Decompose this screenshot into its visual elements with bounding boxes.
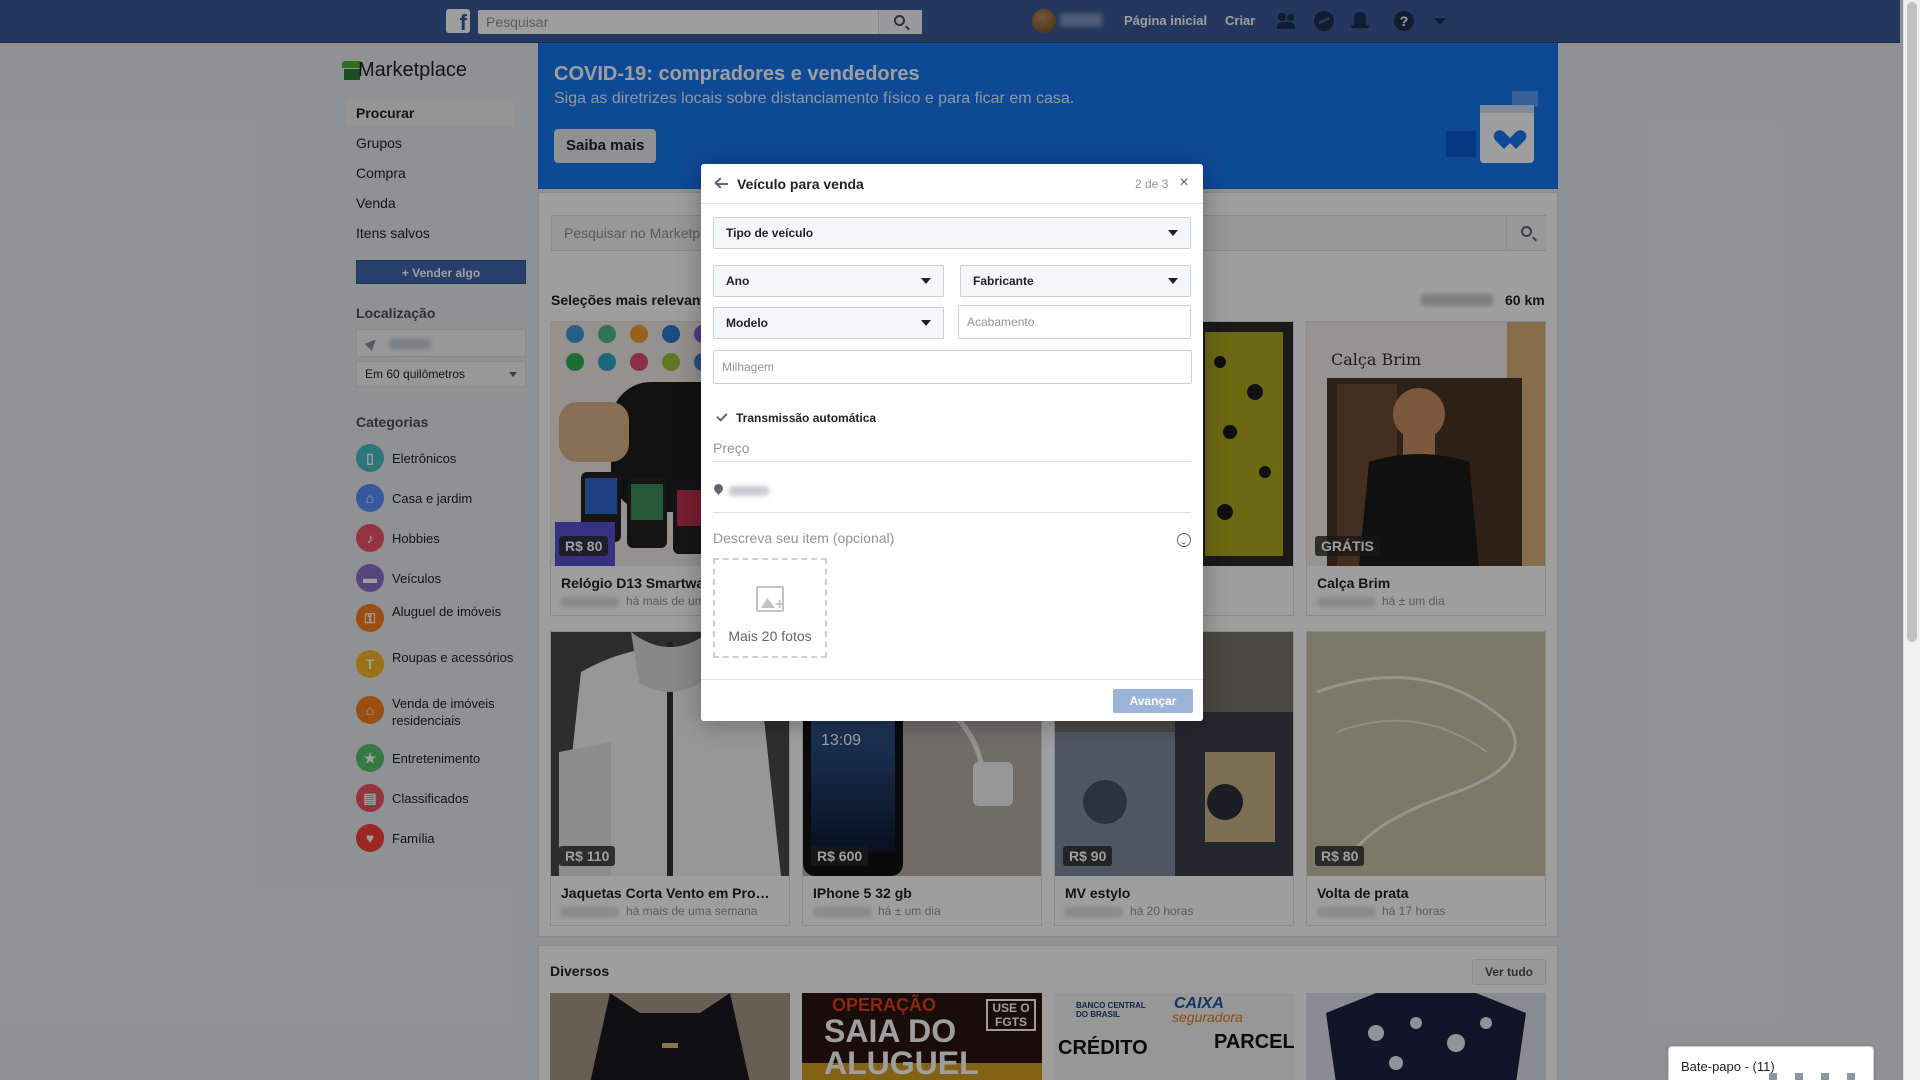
dialog-footer: Avançar xyxy=(701,679,1203,721)
add-photo-icon xyxy=(756,586,784,614)
location-pin-icon xyxy=(712,482,725,495)
auto-transmission-checkbox[interactable] xyxy=(715,410,729,424)
page-scrollbar[interactable] xyxy=(1903,0,1920,1080)
chevron-down-icon xyxy=(921,278,931,284)
step-indicator: 2 de 3 xyxy=(1135,177,1169,191)
year-label: Ano xyxy=(726,274,750,288)
item-location-value[interactable] xyxy=(729,486,769,496)
description-input[interactable]: Descreva seu item (opcional) xyxy=(713,530,894,546)
year-select[interactable]: Ano xyxy=(713,265,944,297)
close-icon[interactable]: × xyxy=(1177,175,1191,191)
dialog-title: Veículo para venda xyxy=(737,176,864,192)
vehicle-type-label: Tipo de veículo xyxy=(726,226,814,240)
auto-transmission-label[interactable]: Transmissão automática xyxy=(736,411,876,425)
chat-bar[interactable]: Bate-papo - (11) xyxy=(1668,1046,1874,1080)
model-label: Modelo xyxy=(726,316,768,330)
chevron-down-icon xyxy=(1168,278,1178,284)
add-photos-button[interactable]: Mais 20 fotos xyxy=(713,558,827,658)
group-chat-icon[interactable] xyxy=(1795,1073,1803,1080)
back-arrow-icon[interactable] xyxy=(715,177,729,191)
gear-icon[interactable] xyxy=(1847,1073,1855,1080)
scrollbar-thumb[interactable] xyxy=(1907,2,1917,642)
mileage-input[interactable] xyxy=(713,350,1192,384)
location-divider xyxy=(713,512,1191,513)
chevron-down-icon xyxy=(921,320,931,326)
dialog-header: Veículo para venda 2 de 3 × xyxy=(701,164,1203,204)
next-button[interactable]: Avançar xyxy=(1113,689,1193,713)
emoji-smile-icon[interactable] xyxy=(1177,533,1191,547)
trim-input[interactable] xyxy=(958,305,1191,339)
add-photos-label: Mais 20 fotos xyxy=(728,628,812,644)
chevron-down-icon xyxy=(1168,230,1178,236)
video-call-icon[interactable] xyxy=(1821,1073,1829,1080)
vehicle-type-select[interactable]: Tipo de veículo xyxy=(713,217,1191,249)
price-input[interactable] xyxy=(713,434,1191,462)
chat-label: Bate-papo - (11) xyxy=(1681,1059,1775,1074)
vehicle-sale-dialog: Veículo para venda 2 de 3 × Tipo de veíc… xyxy=(701,164,1203,721)
maker-select[interactable]: Fabricante xyxy=(960,265,1191,297)
maker-label: Fabricante xyxy=(973,274,1034,288)
compose-icon[interactable] xyxy=(1769,1073,1777,1080)
model-select[interactable]: Modelo xyxy=(713,307,944,339)
